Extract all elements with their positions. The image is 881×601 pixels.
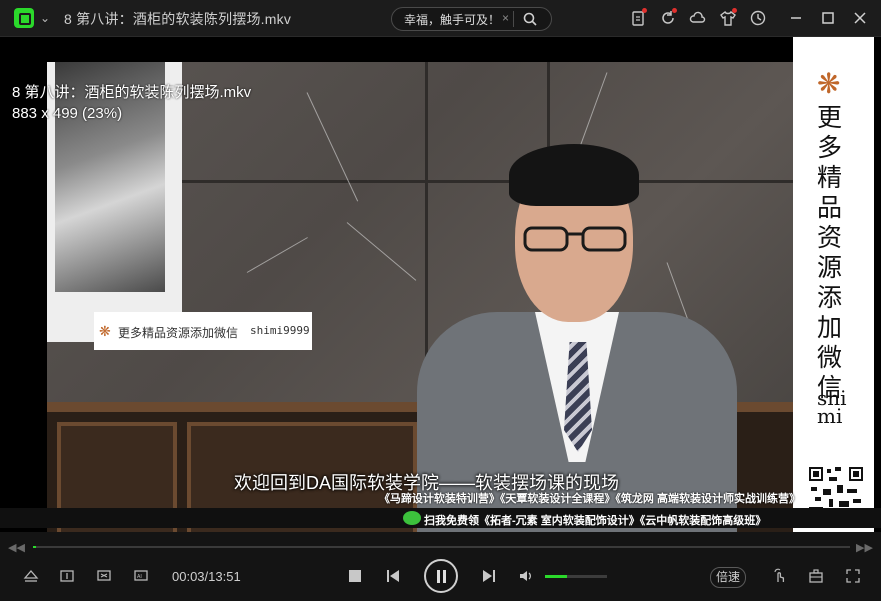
previous-icon[interactable] (386, 569, 400, 583)
eject-icon[interactable] (23, 568, 39, 584)
volume-fill (545, 575, 567, 578)
watermark-text: 更多精品资源添加微信 (118, 326, 239, 340)
search-divider (513, 11, 514, 27)
search-clear-icon[interactable]: × (502, 11, 509, 25)
sidebar-vertical-code: shimi (817, 389, 847, 428)
notification-dot (732, 8, 737, 13)
video-info-resolution: 883 x 499 (23%) (12, 105, 123, 122)
title-bar: ⌄ 8 第八讲：酒柜的软装陈列摆场.mkv 幸福，触手可及！ × (0, 0, 881, 37)
refresh-icon[interactable] (659, 8, 677, 27)
video-info-filename: 8 第八讲：酒柜的软装陈列摆场.mkv (12, 84, 252, 101)
search-icon[interactable] (523, 12, 537, 26)
fast-forward-icon[interactable]: ▶▶ (856, 541, 873, 554)
volume-slider[interactable] (545, 575, 607, 578)
video-frame (47, 62, 794, 532)
stop-icon[interactable] (348, 569, 362, 583)
ad-banner-bottom: 扫我免费领《拓者-冗素 室内软装配饰设计》《云中帆软装配饰高级班》 (0, 508, 881, 528)
screenshot-icon[interactable]: AI (133, 568, 149, 584)
flower-logo-icon: ❋ (817, 68, 841, 99)
svg-text:AI: AI (137, 574, 142, 580)
pause-button[interactable] (424, 559, 458, 593)
search-box[interactable]: 幸福，触手可及！ × (391, 7, 552, 31)
close-icon[interactable] (851, 9, 869, 27)
subtitle-box-icon[interactable] (59, 568, 75, 584)
rewind-icon[interactable]: ◀◀ (8, 541, 25, 554)
sidebar-vertical-text: 更多精品资源添加微信 (817, 103, 843, 402)
ad-banner-top: 《马蹄设计软装特训营》《天覃软装设计全课程》《筑龙网 高端软装设计师实战训练营》 (0, 488, 881, 506)
progress-fill (33, 546, 37, 548)
speed-button[interactable]: 倍速 (710, 567, 746, 588)
framed-artwork (47, 62, 182, 342)
maximize-icon[interactable] (819, 9, 837, 27)
toolbox-icon[interactable] (808, 568, 824, 584)
minimize-icon[interactable] (787, 9, 805, 27)
screen-cast-icon[interactable] (96, 568, 112, 584)
progress-bar[interactable] (33, 546, 850, 548)
ad-text-top: 《马蹄设计软装特训营》《天覃软装设计全课程》《筑龙网 高端软装设计师实战训练营》 (378, 493, 800, 505)
app-logo-icon[interactable] (14, 8, 34, 28)
clipboard-icon[interactable] (629, 8, 647, 27)
control-bar: AI 00:03/13:51 倍速 (0, 556, 881, 601)
volume-icon[interactable] (518, 568, 534, 584)
menu-chevron-down-icon[interactable]: ⌄ (40, 11, 50, 25)
toolbar-icons (629, 8, 869, 27)
watermark-box: ❋ 更多精品资源添加微信 shimi9999 (94, 312, 312, 350)
notification-dot (642, 8, 647, 13)
cloud-sync-icon[interactable] (689, 9, 707, 27)
search-input[interactable]: 幸福，触手可及！ (404, 11, 500, 28)
next-icon[interactable] (482, 569, 496, 583)
hand-touch-icon[interactable] (772, 568, 788, 584)
ad-text-bottom: 扫我免费领《拓者-冗素 室内软装配饰设计》《云中帆软装配饰高级班》 (424, 515, 767, 527)
fullscreen-icon[interactable] (845, 568, 861, 584)
video-area[interactable]: 8 第八讲：酒柜的软装陈列摆场.mkv 883 x 499 (23%) ❋ 更多… (0, 37, 881, 532)
wechat-icon (403, 511, 421, 525)
playback-time: 00:03/13:51 (172, 569, 241, 584)
skin-shirt-icon[interactable] (719, 8, 737, 27)
watermark-sidebar: ❋ 更多精品资源添加微信 shimi (793, 37, 874, 532)
progress-row: ◀◀ ▶▶ (0, 538, 881, 556)
notification-dot (672, 8, 677, 13)
window-title: 8 第八讲：酒柜的软装陈列摆场.mkv (64, 11, 292, 27)
watermark-code: shimi9999 (250, 324, 310, 337)
flower-logo-icon: ❋ (99, 323, 111, 339)
history-clock-icon[interactable] (749, 9, 767, 27)
